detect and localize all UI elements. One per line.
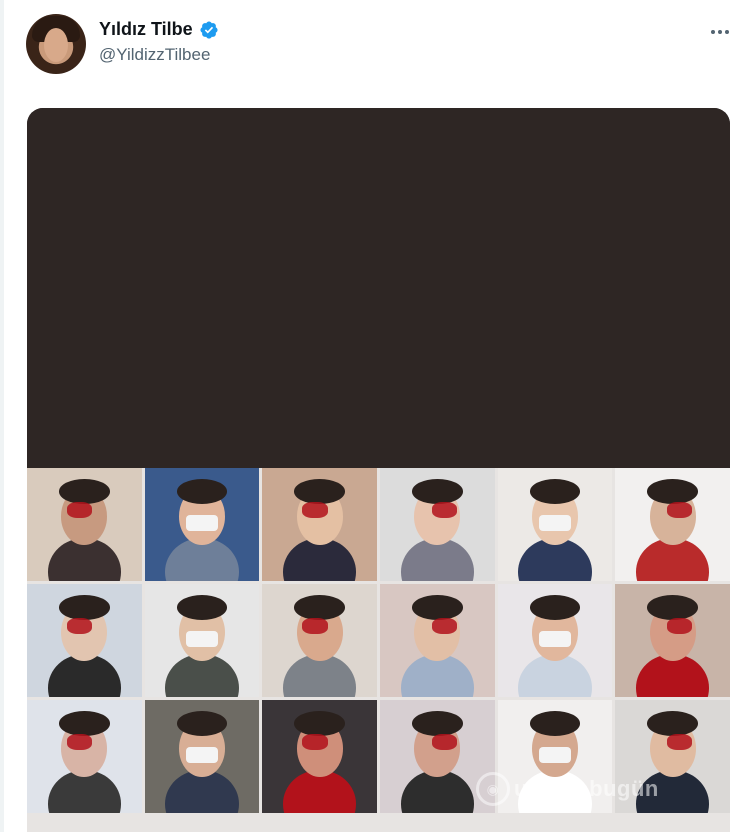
author-display-name[interactable]: Yıldız Tilbe <box>99 19 193 40</box>
photo-shape <box>185 515 219 532</box>
photo-shape <box>647 479 698 505</box>
watermark-logo-icon: ◉ <box>476 772 510 806</box>
photo-shape <box>412 595 463 621</box>
collage-photo[interactable] <box>144 700 260 813</box>
photo-shape <box>538 747 572 764</box>
media-dark-panel <box>27 108 730 468</box>
collage-photo[interactable] <box>27 468 142 581</box>
more-dot-icon <box>718 30 722 34</box>
photo-shape <box>431 733 457 750</box>
photo-shape <box>302 733 328 750</box>
verified-badge-icon <box>200 20 218 39</box>
collage-photo[interactable] <box>144 584 260 697</box>
collage-photo[interactable] <box>262 584 377 697</box>
more-dot-icon <box>725 30 729 34</box>
photo-shape <box>538 631 572 648</box>
collage-photo[interactable] <box>262 468 377 581</box>
photo-shape <box>59 595 110 621</box>
author-name-row: Yıldız Tilbe <box>99 19 219 40</box>
collage-photo[interactable] <box>380 468 495 581</box>
photo-shape <box>302 501 328 518</box>
photo-shape <box>67 733 93 750</box>
photo-shape <box>67 617 93 634</box>
collage-photo[interactable] <box>262 700 377 813</box>
photo-shape <box>412 479 463 505</box>
photo-shape <box>431 617 457 634</box>
watermark-text: ursadabugün <box>514 776 659 801</box>
photo-shape <box>666 501 693 518</box>
watermark: ◉ ursadabugün <box>476 772 659 806</box>
photo-shape <box>302 617 328 634</box>
photo-shape <box>666 733 693 750</box>
collage-photo[interactable] <box>27 700 142 813</box>
collage-photo[interactable] <box>497 468 613 581</box>
tweet-media[interactable] <box>27 108 730 832</box>
avatar-face <box>44 28 68 62</box>
photo-shape <box>185 747 219 764</box>
photo-shape <box>294 479 345 505</box>
photo-shape <box>294 711 345 737</box>
photo-shape <box>185 631 219 648</box>
tweet-header: Yıldız Tilbe @YildizzTilbee <box>24 12 738 74</box>
author-handle[interactable]: @YildizzTilbee <box>99 45 210 65</box>
timeline-border <box>0 0 4 832</box>
photo-shape <box>538 515 572 532</box>
photo-shape <box>59 479 110 505</box>
collage-photo[interactable] <box>27 584 142 697</box>
more-options-button[interactable] <box>708 22 732 42</box>
collage-photo[interactable] <box>615 584 730 697</box>
photo-shape <box>647 595 698 621</box>
photo-shape <box>666 617 693 634</box>
photo-shape <box>647 711 698 737</box>
collage-photo[interactable] <box>615 468 730 581</box>
photo-shape <box>412 711 463 737</box>
collage-photo[interactable] <box>497 584 613 697</box>
photo-shape <box>294 595 345 621</box>
author-avatar[interactable] <box>26 14 86 74</box>
photo-shape <box>431 501 457 518</box>
more-dot-icon <box>711 30 715 34</box>
collage-photo[interactable] <box>380 584 495 697</box>
collage-photo[interactable] <box>144 468 260 581</box>
photo-shape <box>67 501 93 518</box>
photo-shape <box>59 711 110 737</box>
